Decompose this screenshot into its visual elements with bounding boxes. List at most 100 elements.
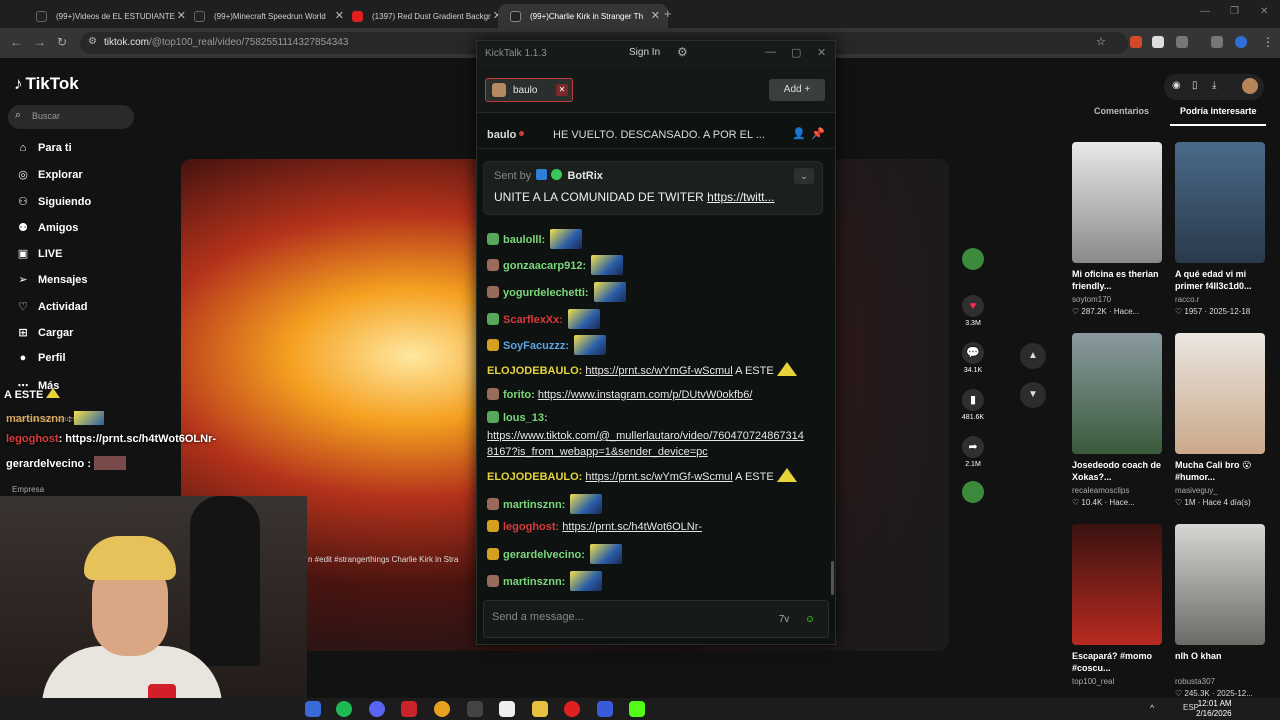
chat-message[interactable]: 8167?is_from_webapp=1&sender_device=pc — [487, 446, 708, 458]
browser-menu-icon[interactable]: ⋮ — [1262, 35, 1274, 49]
chat-message[interactable]: yogurdelechetti: — [487, 282, 626, 302]
profile-avatar-icon[interactable] — [1235, 36, 1247, 48]
tab-podria-interesarte[interactable]: Podría interesarte — [1180, 106, 1257, 116]
system-clock[interactable]: 12:01 AM 2/16/2026 — [1196, 699, 1232, 719]
taskbar-app-icon[interactable] — [597, 701, 613, 717]
video-card[interactable]: A qué edad vi mi primer f4ll3c1d0... rac… — [1175, 142, 1265, 316]
chat-message[interactable]: ELOJODEBAULO: https://prnt.sc/wYmGf-wScm… — [487, 362, 797, 377]
user-avatar-icon[interactable] — [1242, 78, 1258, 94]
video-card[interactable]: nlh O khan robusta307 ♡ 245.3K · 2025-12… — [1175, 524, 1265, 698]
video-card[interactable]: Mucha Cali bro 😮 #humor... masiveguy_ ♡ … — [1175, 333, 1265, 507]
browser-tab-4-active[interactable]: (99+)Charlie Kirk in Stranger Th ✕ — [498, 4, 668, 28]
chat-link[interactable]: https://prnt.sc/h4tWot6OLNr- — [562, 521, 702, 533]
chat-message[interactable]: lous_13: — [487, 411, 548, 424]
chat-username[interactable]: forito: — [503, 389, 535, 401]
reload-icon[interactable]: ↻ — [57, 35, 67, 49]
nav-item-explorar[interactable]: ◎ Explorar — [14, 168, 82, 186]
chrome-icon[interactable] — [434, 701, 450, 717]
chat-username[interactable]: gerardelvecino: — [503, 549, 585, 561]
new-tab-icon[interactable]: + — [664, 6, 672, 21]
discord-icon[interactable] — [369, 701, 385, 717]
nav-item-actividad[interactable]: ♡ Actividad — [14, 300, 87, 318]
download-icon[interactable]: ⤓ — [1212, 80, 1216, 91]
close-tab-icon[interactable]: ✕ — [556, 84, 568, 96]
chat-message[interactable]: martinsznn: — [487, 494, 603, 514]
pin-icon[interactable]: 📌 — [811, 127, 825, 140]
video-card[interactable]: Escapará? #momo #coscu... top100_real — [1072, 524, 1162, 686]
extension-icon[interactable] — [1130, 36, 1142, 48]
chat-link[interactable]: 8167?is_from_webapp=1&sender_device=pc — [487, 446, 708, 458]
taskbar-app-icon[interactable] — [305, 701, 321, 717]
streamer-name[interactable]: baulo — [487, 129, 516, 141]
kick-emote-icon[interactable]: ☺ — [800, 610, 820, 630]
sound-disc[interactable] — [960, 481, 986, 506]
minimize-icon[interactable]: — — [765, 46, 776, 58]
close-tab-icon[interactable]: ✕ — [651, 9, 660, 22]
chat-username[interactable]: martinsznn: — [503, 576, 565, 588]
channel-tab-baulo[interactable]: baulo ✕ — [485, 78, 573, 102]
chat-message[interactable]: https://www.tiktok.com/@_mullerlautaro/v… — [487, 430, 804, 442]
like-button[interactable]: ♥ 3.3M — [960, 295, 986, 327]
chat-username[interactable]: ELOJODEBAULO: — [487, 365, 582, 377]
pinned-link[interactable]: https://twitt... — [707, 190, 774, 204]
nav-item-perfil[interactable]: ● Perfil — [14, 352, 66, 370]
chat-username[interactable]: ScarflexXx: — [503, 314, 563, 326]
extension-icon[interactable] — [1152, 36, 1164, 48]
taskbar-app-icon[interactable] — [499, 701, 515, 717]
opera-icon[interactable] — [564, 701, 580, 717]
close-window-icon[interactable]: ✕ — [1260, 6, 1268, 17]
nav-item-para-ti[interactable]: ⌂ Para ti — [14, 142, 72, 160]
spotify-icon[interactable] — [336, 701, 352, 717]
chat-message[interactable]: forito: https://www.instagram.com/p/DUtv… — [487, 388, 752, 401]
nav-item-cargar[interactable]: ⊞ Cargar — [14, 326, 73, 344]
tray-chevron-up-icon[interactable]: ^ — [1150, 703, 1154, 713]
chat-link[interactable]: https://www.tiktok.com/@_mullerlautaro/v… — [487, 430, 804, 442]
seventv-emote-icon[interactable]: 7v — [774, 610, 794, 630]
browser-tab-1[interactable]: (99+)Videos de EL ESTUDIANTE ✕ — [24, 4, 194, 28]
chat-message[interactable]: SoyFacuzzz: — [487, 335, 607, 355]
chat-username[interactable]: martinsznn: — [503, 499, 565, 511]
coin-icon[interactable]: ◉ — [1172, 80, 1181, 91]
browser-tab-3[interactable]: (1397) Red Dust Gradient Backgr ✕ — [340, 4, 510, 28]
chat-username[interactable]: gonzaacarp912: — [503, 260, 586, 272]
chevron-down-icon[interactable]: ⌄ — [794, 168, 814, 184]
video-card[interactable]: Josedeodo coach de Xokas?... recaleamosc… — [1072, 333, 1162, 507]
kicktalk-taskbar-icon[interactable] — [629, 701, 645, 717]
chat-link[interactable]: https://prnt.sc/wYmGf-wScmul — [585, 471, 732, 483]
chat-message[interactable]: legoghost: https://prnt.sc/h4tWot6OLNr- — [487, 520, 702, 533]
creator-avatar[interactable] — [960, 248, 986, 273]
chat-message[interactable]: martinsznn: — [487, 571, 603, 591]
browser-tab-2[interactable]: (99+)Minecraft Speedrun World ✕ — [182, 4, 352, 28]
previous-video-button[interactable]: ▲ — [1020, 343, 1046, 369]
chat-link[interactable]: https://www.instagram.com/p/DUtvW0okfb6/ — [538, 389, 753, 401]
maximize-icon[interactable]: ❐ — [1230, 6, 1239, 17]
extensions-puzzle-icon[interactable] — [1176, 36, 1188, 48]
chat-message[interactable]: gonzaacarp912: — [487, 255, 624, 275]
tab-comentarios[interactable]: Comentarios — [1094, 106, 1149, 116]
chat-message[interactable]: ELOJODEBAULO: https://prnt.sc/wYmGf-wScm… — [487, 468, 797, 483]
tiktok-logo[interactable]: ♪ TikTok — [14, 74, 79, 94]
chat-username[interactable]: SoyFacuzzz: — [503, 340, 569, 352]
chat-username[interactable]: lous_13: — [503, 412, 548, 424]
user-icon[interactable]: 👤 — [792, 127, 806, 140]
maximize-icon[interactable]: ▢ — [791, 46, 801, 59]
nav-item-siguiendo[interactable]: ⚇ Siguiendo — [14, 195, 91, 213]
chat-message[interactable]: baulolll: — [487, 229, 583, 249]
empresa-link[interactable]: Empresa — [12, 485, 44, 494]
sidebar-icon[interactable] — [1211, 36, 1223, 48]
forward-icon[interactable]: → — [34, 35, 46, 49]
chat-username[interactable]: ELOJODEBAULO: — [487, 471, 582, 483]
file-explorer-icon[interactable] — [532, 701, 548, 717]
add-channel-button[interactable]: Add + — [769, 79, 825, 101]
nav-item-amigos[interactable]: ⚉ Amigos — [14, 221, 78, 239]
minimize-icon[interactable]: — — [1200, 6, 1210, 17]
taskbar-app-icon[interactable] — [401, 701, 417, 717]
chat-scrollbar[interactable] — [831, 561, 834, 595]
share-button[interactable]: ➦ 2.1M — [960, 436, 986, 468]
message-input[interactable] — [492, 611, 752, 623]
sign-in-button[interactable]: Sign In — [629, 47, 660, 58]
chat-username[interactable]: legoghost: — [503, 521, 559, 533]
nav-item-mensajes[interactable]: ➢ Mensajes — [14, 273, 87, 291]
chat-link[interactable]: https://prnt.sc/wYmGf-wScmul — [585, 365, 732, 377]
next-video-button[interactable]: ▼ — [1020, 382, 1046, 408]
